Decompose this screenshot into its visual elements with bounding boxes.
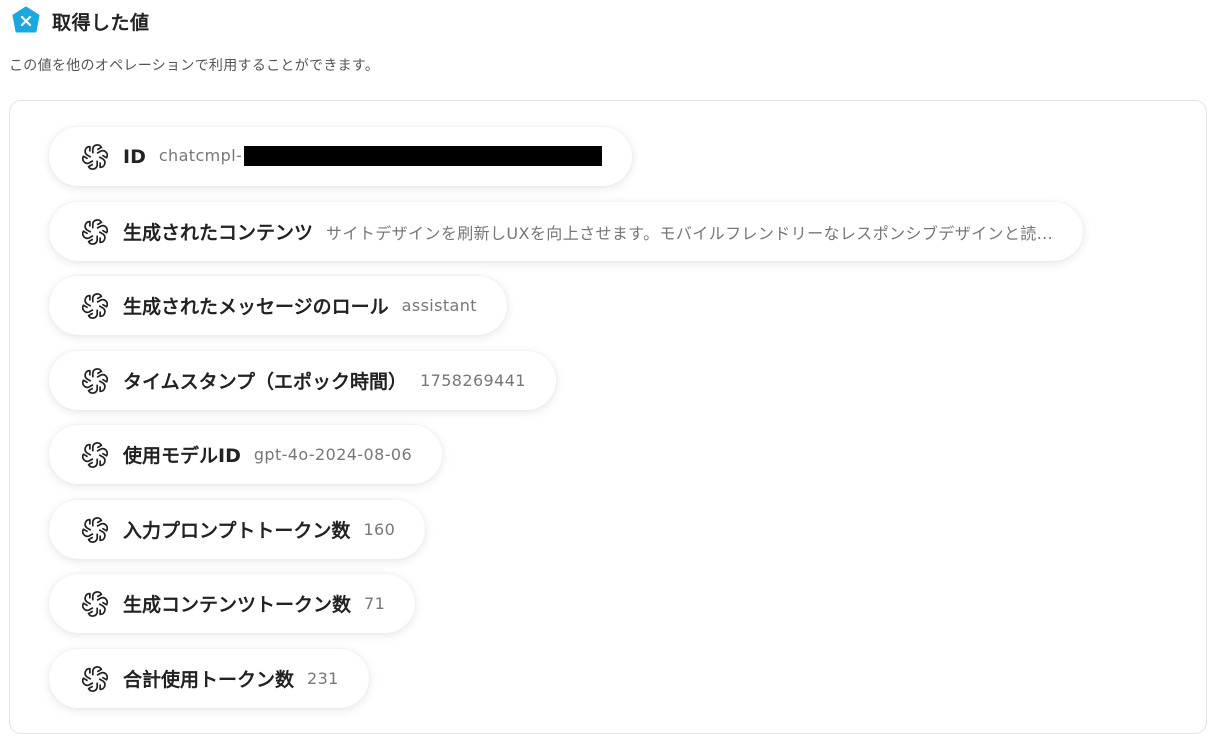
openai-icon bbox=[82, 367, 108, 394]
value-chip-prompt-tokens[interactable]: 入力プロンプトトークン数 160 bbox=[49, 500, 426, 559]
chip-value: 71 bbox=[364, 594, 386, 613]
value-chip-message-role[interactable]: 生成されたメッセージのロール assistant bbox=[49, 276, 507, 335]
chip-label: 入力プロンプトトークン数 bbox=[123, 520, 351, 542]
chip-value: 1758269441 bbox=[420, 371, 526, 390]
value-chip-id[interactable]: ID chatcmpl- bbox=[49, 127, 633, 186]
openai-icon bbox=[82, 441, 108, 468]
chip-label: タイムスタンプ（エポック時間） bbox=[123, 371, 408, 393]
chip-label: 生成されたコンテンツ bbox=[123, 222, 314, 244]
values-panel: ID chatcmpl- 生成されたコンテンツ サイトデザインを刷新しUXを向上… bbox=[9, 100, 1207, 734]
openai-icon bbox=[82, 590, 108, 617]
openai-icon bbox=[82, 218, 108, 245]
redacted-block bbox=[244, 145, 603, 166]
chip-label: 合計使用トークン数 bbox=[123, 669, 295, 691]
chip-label: ID bbox=[123, 145, 146, 168]
page-subtitle: この値を他のオペレーションで利用することができます。 bbox=[9, 58, 380, 74]
yoom-logo-icon bbox=[12, 6, 40, 33]
page-title: 取得した値 bbox=[52, 11, 150, 34]
chip-value: 160 bbox=[363, 520, 396, 539]
value-chip-timestamp[interactable]: タイムスタンプ（エポック時間） 1758269441 bbox=[49, 351, 556, 410]
header: 取得した値 bbox=[11, 6, 150, 36]
openai-icon bbox=[82, 143, 108, 170]
openai-icon bbox=[82, 665, 108, 692]
chip-value: assistant bbox=[401, 296, 477, 315]
value-chip-model-id[interactable]: 使用モデルID gpt-4o-2024-08-06 bbox=[49, 425, 443, 484]
value-chip-generated-content[interactable]: 生成されたコンテンツ サイトデザインを刷新しUXを向上させます。モバイルフレンド… bbox=[49, 202, 1084, 261]
chip-label: 生成コンテンツトークン数 bbox=[123, 594, 352, 616]
value-chip-completion-tokens[interactable]: 生成コンテンツトークン数 71 bbox=[49, 574, 416, 633]
chip-value: chatcmpl- bbox=[159, 145, 603, 167]
chip-label: 使用モデルID bbox=[123, 445, 241, 467]
openai-icon bbox=[82, 292, 108, 319]
chip-label: 生成されたメッセージのロール bbox=[123, 296, 389, 318]
chip-value: サイトデザインを刷新しUXを向上させます。モバイルフレンドリーなレスポンシブデザ… bbox=[326, 223, 1054, 243]
chip-value: 231 bbox=[307, 669, 339, 688]
value-chip-total-tokens[interactable]: 合計使用トークン数 231 bbox=[49, 649, 369, 708]
chip-value: gpt-4o-2024-08-06 bbox=[253, 445, 413, 464]
openai-icon bbox=[82, 516, 108, 543]
